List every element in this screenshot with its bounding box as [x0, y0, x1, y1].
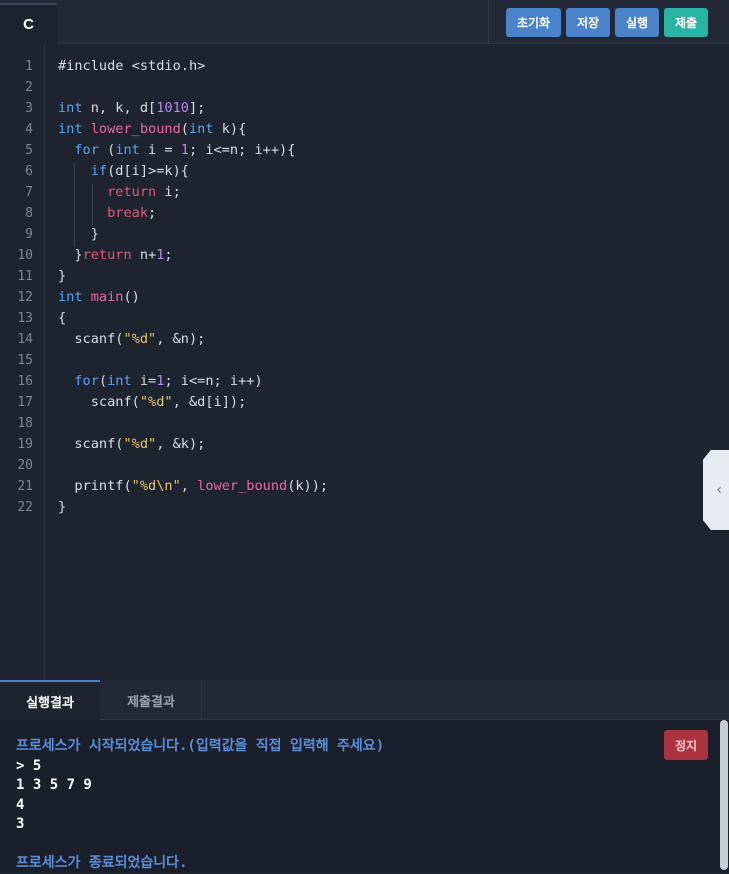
save-button[interactable]: 저장 [566, 8, 610, 37]
console-line: ​ [16, 835, 384, 855]
line-number: 2 [25, 80, 33, 95]
code-line[interactable]: int main() [58, 287, 328, 308]
line-number: 8 [25, 206, 33, 221]
line-number: 9 [25, 227, 33, 242]
code-line[interactable]: ​ [58, 77, 328, 98]
language-tab[interactable]: C [0, 3, 57, 44]
line-number: 1 [25, 59, 33, 74]
console-line: > 5 [16, 757, 42, 774]
code-line[interactable]: break; [58, 203, 328, 224]
code-line[interactable]: { [58, 308, 328, 329]
line-number: 19 [17, 437, 33, 452]
code-line[interactable]: ​ [58, 413, 328, 434]
code-line[interactable]: } [58, 497, 328, 518]
side-panel-toggle[interactable]: ‹ [703, 450, 729, 530]
code-editor[interactable]: 1 2 3 4 5 6 7 8 9 10 11 12 13 14 15 16 1… [0, 45, 729, 680]
line-number: 20 [17, 458, 33, 473]
console-text: 프로세스가 시작되었습니다.(입력값을 직접 입력해 주세요) > 5 1 3 5 … [16, 737, 384, 874]
line-number: 16 [17, 374, 33, 389]
line-number: 4 [25, 122, 33, 137]
code-line[interactable]: } [58, 266, 328, 287]
line-number: 10 [17, 248, 33, 263]
code-line[interactable]: scanf("%d", &d[i]); [58, 392, 328, 413]
console-output[interactable]: 프로세스가 시작되었습니다.(입력값을 직접 입력해 주세요) > 5 1 3 5 … [0, 720, 729, 872]
line-number: 17 [17, 395, 33, 410]
reset-button[interactable]: 초기화 [506, 8, 561, 37]
line-number: 7 [25, 185, 33, 200]
code-line[interactable]: printf("%d\n", lower_bound(k)); [58, 476, 328, 497]
line-number: 13 [17, 311, 33, 326]
line-number: 3 [25, 101, 33, 116]
code-line[interactable]: ​ [58, 455, 328, 476]
code-line[interactable]: return i; [58, 182, 328, 203]
stop-button[interactable]: 정지 [664, 730, 708, 760]
code-line[interactable]: #include <stdio.h> [58, 56, 328, 77]
console-system-message: 프로세스가 종료되었습니다. [16, 855, 188, 871]
console-scrollbar[interactable] [720, 720, 728, 870]
toolbar-divider [488, 0, 489, 44]
console-line: 1 3 5 7 9 [16, 777, 92, 793]
code-line[interactable]: if(d[i]>=k){ [58, 161, 328, 182]
console-line: 3 [16, 816, 25, 832]
line-number-gutter: 1 2 3 4 5 6 7 8 9 10 11 12 13 14 15 16 1… [0, 45, 45, 680]
code-line[interactable]: for(int i=1; i<=n; i++) [58, 371, 328, 392]
tab-run-result[interactable]: 실행결과 [0, 680, 100, 720]
output-tabs: 실행결과 제출결과 [0, 680, 729, 720]
line-number: 14 [17, 332, 33, 347]
code-line[interactable]: scanf("%d", &n); [58, 329, 328, 350]
chevron-left-icon: ‹ [716, 482, 722, 498]
tab-submit-result[interactable]: 제출결과 [101, 680, 202, 720]
line-number: 11 [17, 269, 33, 284]
console-system-message: 프로세스가 시작되었습니다.(입력값을 직접 입력해 주세요) [16, 738, 385, 754]
code-line[interactable]: }return n+1; [58, 245, 328, 266]
editor-toolbar: C 초기화 저장 실행 제출 [0, 0, 729, 44]
line-number: 22 [17, 500, 33, 515]
line-number: 18 [17, 416, 33, 431]
code-line[interactable]: } [58, 224, 328, 245]
line-number: 15 [17, 353, 33, 368]
code-line[interactable]: scanf("%d", &k); [58, 434, 328, 455]
line-number: 6 [25, 164, 33, 179]
code-line[interactable]: for (int i = 1; i<=n; i++){ [58, 140, 328, 161]
submit-button[interactable]: 제출 [664, 8, 708, 37]
line-number: 12 [17, 290, 33, 305]
line-number: 5 [25, 143, 33, 158]
line-number: 21 [17, 479, 33, 494]
code-line[interactable]: int n, k, d[1010]; [58, 98, 328, 119]
code-line[interactable]: ​ [58, 350, 328, 371]
run-button[interactable]: 실행 [615, 8, 659, 37]
source-code[interactable]: #include <stdio.h>​int n, k, d[1010];int… [58, 56, 328, 518]
console-line: 4 [16, 796, 25, 813]
code-line[interactable]: int lower_bound(int k){ [58, 119, 328, 140]
